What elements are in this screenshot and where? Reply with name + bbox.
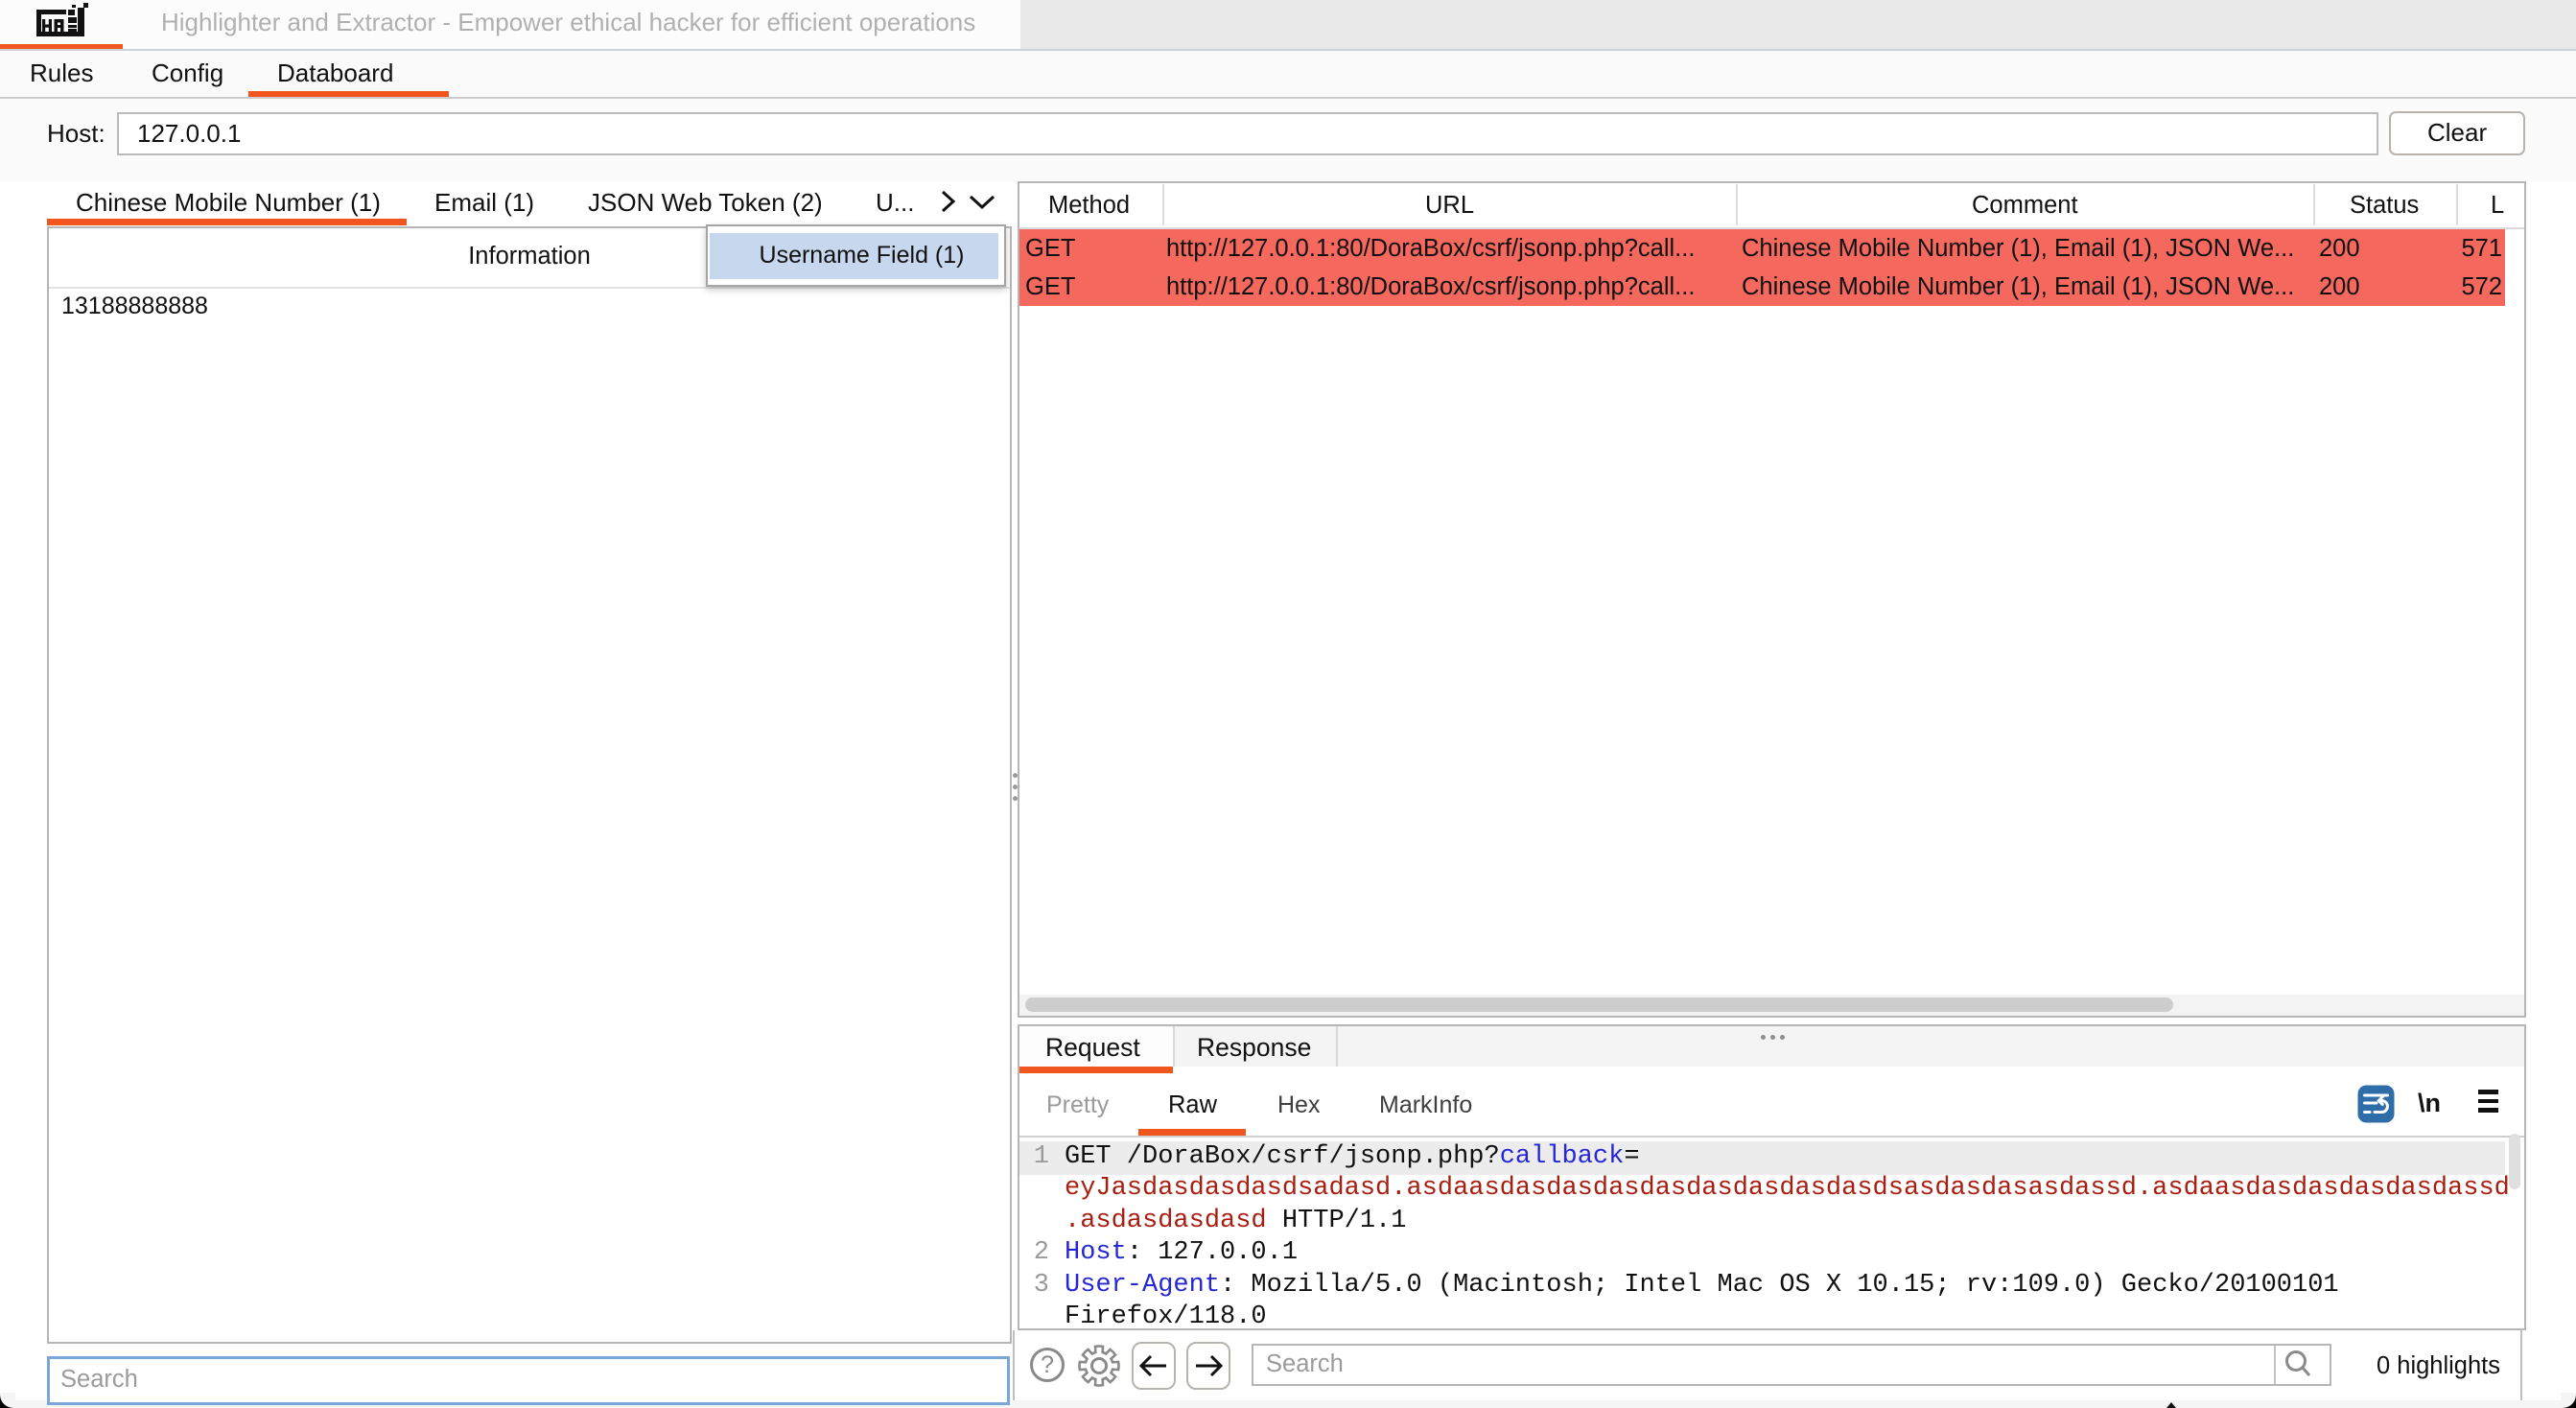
- svg-text:?: ?: [1041, 1351, 1054, 1378]
